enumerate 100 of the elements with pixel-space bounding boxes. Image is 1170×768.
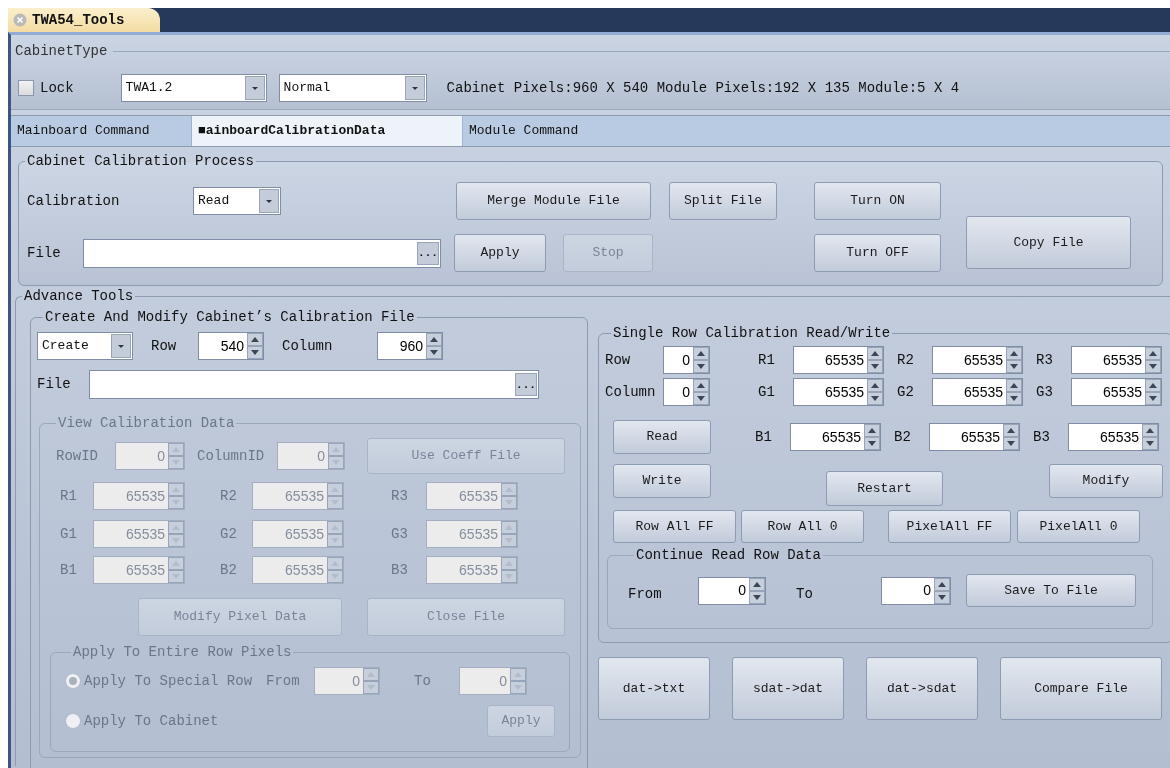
field-label: CabinetType	[15, 42, 108, 61]
group-title: Create And Modify Cabinet’s Calibration File	[44, 308, 416, 327]
button[interactable]: PixelAll 0	[1017, 510, 1140, 543]
button[interactable]: Write	[613, 464, 711, 498]
dropdown[interactable]: Read	[193, 187, 281, 215]
spin-arrows-icon[interactable]	[864, 424, 880, 450]
spin-arrows-icon[interactable]	[1142, 424, 1158, 450]
spin-arrows-icon[interactable]	[426, 333, 442, 359]
number-spinbox[interactable]: 0	[663, 346, 710, 374]
field-label: B1	[60, 560, 78, 580]
file-path-field[interactable]: ...	[83, 238, 441, 268]
field-label: B1	[755, 427, 773, 447]
number-spinbox[interactable]: 65535	[793, 378, 884, 406]
group-title: View Calibration Data	[57, 414, 236, 433]
button[interactable]: Row All 0	[741, 510, 864, 543]
button[interactable]: Save To File	[966, 574, 1136, 607]
number-spinbox[interactable]: 65535	[932, 346, 1023, 374]
number-spinbox[interactable]: 65535	[793, 346, 884, 374]
number-spinbox[interactable]: 65535	[1071, 378, 1162, 406]
field-label: B3	[1033, 427, 1051, 447]
field-label: R3	[1036, 350, 1054, 370]
button[interactable]: PixelAll FF	[888, 510, 1011, 543]
spin-arrows-icon[interactable]	[1003, 424, 1019, 450]
field-label: To	[414, 671, 432, 691]
tab[interactable]: ■ainboardCalibrationData	[191, 116, 463, 146]
spin-arrows-icon[interactable]	[247, 333, 263, 359]
button[interactable]: Restart	[826, 471, 943, 506]
file-path-field[interactable]: ...	[89, 370, 539, 399]
group-title: Continue Read Row Data	[635, 546, 822, 565]
field-label: Calibration	[27, 191, 121, 211]
tab[interactable]: Module Command	[463, 116, 603, 146]
field-label: Row	[605, 350, 632, 370]
field-label: Column	[282, 336, 334, 356]
button[interactable]: Turn OFF	[814, 234, 941, 272]
document-tab[interactable]: TWA54_Tools	[8, 8, 160, 32]
field-label: R2	[897, 350, 915, 370]
field-label: RowID	[56, 446, 99, 466]
group-title: Apply To Entire Row Pixels	[72, 643, 293, 662]
spin-arrows-icon[interactable]	[1145, 379, 1161, 405]
number-spinbox[interactable]: 65535	[929, 423, 1020, 451]
caret-icon[interactable]	[244, 76, 265, 100]
field-label: ColumnID	[197, 446, 266, 466]
spin-arrows-icon[interactable]	[693, 379, 709, 405]
spin-arrows-icon[interactable]	[867, 379, 883, 405]
field-label: From	[266, 671, 301, 691]
field-label: Cabinet Pixels:960 X 540 Module Pixels:192 X 135 Module:5 X 4	[446, 78, 960, 98]
button[interactable]: sdat->dat	[732, 657, 844, 720]
number-spinbox[interactable]: 0	[663, 378, 710, 406]
number-spinbox[interactable]: 65535	[932, 378, 1023, 406]
spin-arrows-icon[interactable]	[1145, 347, 1161, 373]
dropdown[interactable]: Normal	[278, 74, 427, 102]
button[interactable]: dat->txt	[598, 657, 710, 720]
number-spinbox[interactable]: 960	[377, 332, 443, 360]
field-label: File	[27, 243, 62, 263]
button[interactable]: Row All FF	[613, 510, 736, 543]
group-title: Single Row Calibration Read/Write	[612, 324, 892, 343]
field-label: Apply To Special Row	[84, 671, 253, 691]
field-label: R1	[758, 350, 776, 370]
spin-arrows-icon[interactable]	[1006, 379, 1022, 405]
dropdown[interactable]: Create	[37, 332, 133, 360]
field-label: G2	[897, 382, 915, 402]
field-label: R1	[60, 486, 78, 506]
button[interactable]: Split File	[669, 182, 777, 220]
button[interactable]: Merge Module File	[456, 182, 651, 220]
tab[interactable]: Mainboard Command	[11, 116, 191, 146]
button[interactable]: Read	[613, 420, 711, 454]
dropdown[interactable]: TWA1.2	[120, 74, 267, 102]
field-label: Lock	[40, 78, 74, 98]
number-spinbox[interactable]: 0	[698, 576, 766, 605]
button[interactable]: Compare File	[1000, 657, 1162, 720]
button[interactable]: Copy File	[966, 216, 1131, 269]
field-label: G2	[220, 524, 238, 544]
field-label: File	[37, 375, 72, 394]
button[interactable]: dat->sdat	[866, 657, 978, 720]
checkbox[interactable]	[18, 80, 34, 96]
field-label: G1	[758, 382, 776, 402]
spin-arrows-icon[interactable]	[749, 577, 765, 604]
field-label: Apply To Cabinet	[84, 711, 219, 731]
browse-button[interactable]: ...	[515, 373, 537, 396]
number-spinbox[interactable]: 65535	[1068, 423, 1159, 451]
spin-arrows-icon[interactable]	[693, 347, 709, 373]
number-spinbox[interactable]: 65535	[790, 423, 881, 451]
button[interactable]: Apply	[454, 234, 546, 272]
close-icon[interactable]	[13, 13, 27, 27]
field-label: G1	[60, 524, 78, 544]
button[interactable]: Turn ON	[814, 182, 941, 220]
number-spinbox[interactable]: 65535	[1071, 346, 1162, 374]
caret-icon[interactable]	[111, 334, 131, 358]
field-label: R3	[391, 486, 409, 506]
number-spinbox[interactable]: 540	[198, 332, 264, 360]
caret-icon[interactable]	[259, 189, 279, 213]
browse-button[interactable]: ...	[417, 241, 439, 265]
number-spinbox[interactable]: 0	[881, 576, 951, 605]
spin-arrows-icon[interactable]	[934, 577, 950, 604]
caret-icon[interactable]	[404, 76, 425, 100]
spin-arrows-icon[interactable]	[1006, 347, 1022, 373]
button[interactable]: Modify	[1049, 464, 1163, 498]
spin-arrows-icon[interactable]	[867, 347, 883, 373]
group-title: Advance Tools	[23, 287, 135, 306]
field-label: B3	[391, 560, 409, 580]
